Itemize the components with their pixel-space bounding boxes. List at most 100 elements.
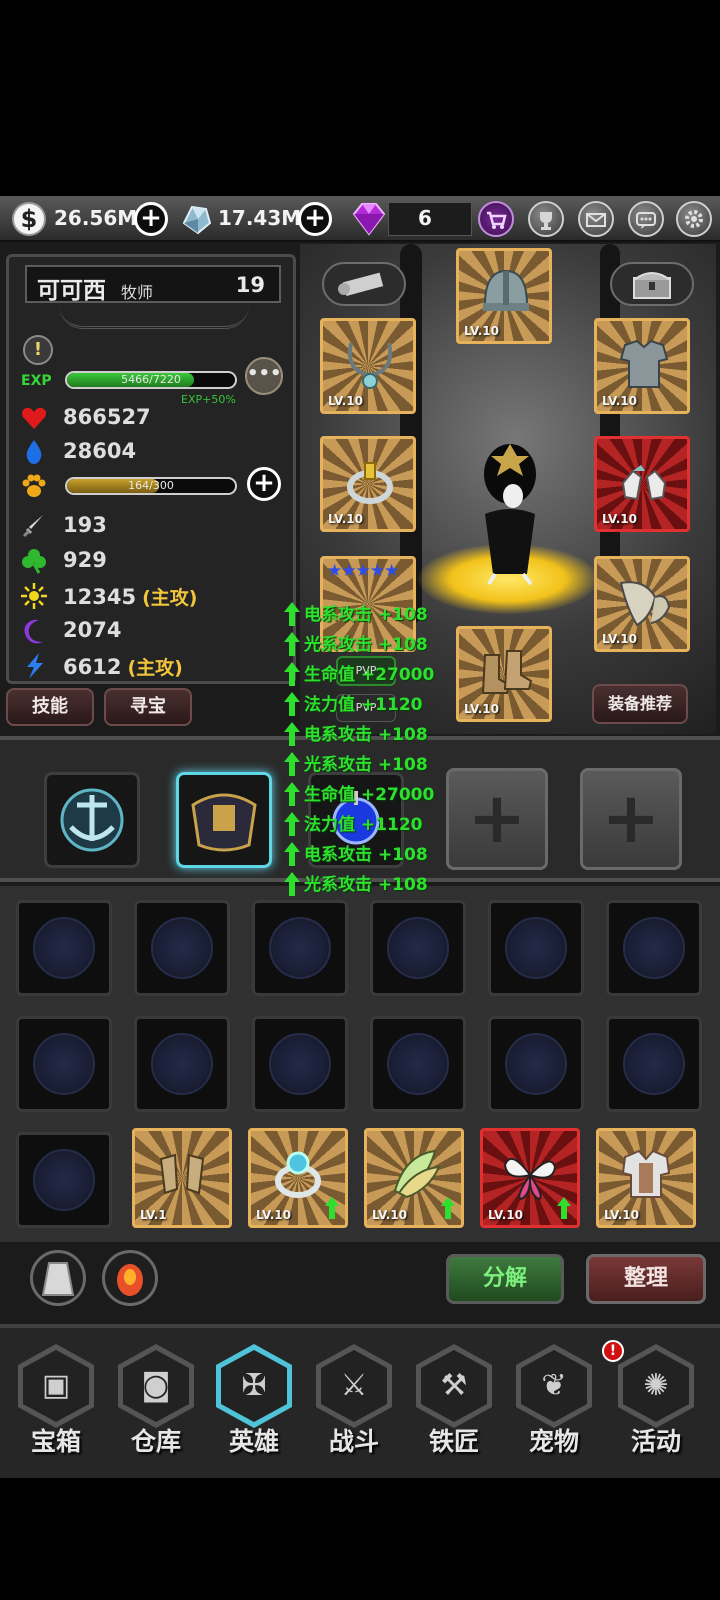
upgrade-arrow-icon	[557, 1197, 571, 1219]
inventory-empty-cell[interactable]	[488, 1016, 584, 1112]
ring-icon	[275, 1151, 321, 1198]
moon-icon	[24, 619, 43, 644]
skill-slot-anchor[interactable]	[44, 772, 140, 868]
armor-slot[interactable]: LV.10	[594, 318, 690, 414]
nav-item-warehouse[interactable]: ◙ 仓库	[108, 1344, 204, 1468]
green-up-arrow-icon	[284, 602, 300, 626]
organize-button[interactable]: 整理	[586, 1254, 706, 1304]
scroll-button[interactable]	[322, 262, 406, 306]
inventory-item-butterfly-wings[interactable]: LV.10	[480, 1128, 580, 1228]
chest-icon	[633, 272, 671, 299]
inventory-item-ring[interactable]: LV.10	[248, 1128, 348, 1228]
pet-bar: 164/300	[65, 477, 237, 495]
settings-button[interactable]	[676, 201, 712, 237]
nav-item-blacksmith[interactable]: ⚒ 铁匠	[406, 1344, 502, 1468]
nav-label: 宝箱	[30, 1427, 81, 1456]
game-screen: $ 26.56M + 17.43M + 6 可可西 牧师 19 ! EXP 54…	[0, 196, 720, 1478]
treasure-hunt-button[interactable]: 寻宝	[104, 688, 192, 726]
add-coins-button[interactable]: +	[134, 202, 168, 236]
inventory-empty-cell[interactable]	[252, 900, 348, 996]
green-up-arrow-icon	[284, 632, 300, 656]
inventory-item-gloves[interactable]: LV.1	[132, 1128, 232, 1228]
ring-slot[interactable]: LV.10	[320, 436, 416, 532]
helmet-slot[interactable]: LV.10	[456, 248, 552, 344]
nav-item-pet[interactable]: ❦ 宠物	[506, 1344, 602, 1468]
ranking-trophy-button[interactable]	[528, 201, 564, 237]
outfit-button[interactable]	[30, 1250, 86, 1306]
crystal-amount: 17.43M	[218, 206, 302, 230]
decompose-button[interactable]: 分解	[446, 1254, 564, 1304]
gloves-slot[interactable]: LV.10	[594, 436, 690, 532]
nav-item-event[interactable]: ✺ 活动 !	[602, 1340, 704, 1468]
lightning-icon	[27, 653, 43, 679]
add-crystals-button[interactable]: +	[298, 202, 332, 236]
panel-ornament	[59, 305, 249, 329]
stat-value: 2074	[63, 618, 122, 642]
inventory-empty-cell[interactable]	[252, 1016, 348, 1112]
inventory-empty-cell[interactable]	[16, 900, 112, 996]
stat-value: 193	[63, 513, 107, 537]
green-up-arrow-icon	[284, 872, 300, 896]
nav-item-hero[interactable]: ✠ 英雄	[206, 1344, 302, 1468]
hp-value: 866527	[63, 405, 151, 429]
inventory-empty-cell[interactable]	[370, 900, 466, 996]
trophy-icon	[540, 212, 552, 230]
inventory-empty-cell[interactable]	[488, 900, 584, 996]
equipment-recommend-button[interactable]: 装备推荐	[592, 684, 688, 724]
necklace-slot[interactable]: LV.10	[320, 318, 416, 414]
chat-icon	[636, 212, 656, 229]
skill-button[interactable]: 技能	[6, 688, 94, 726]
exp-bonus: EXP+50%	[181, 393, 236, 406]
info-alert-icon[interactable]: !	[23, 335, 53, 365]
chat-button[interactable]	[628, 201, 664, 237]
exp-label: EXP	[21, 373, 52, 389]
coin-icon: $	[12, 202, 46, 236]
item-level: LV.10	[602, 512, 637, 526]
stat-value: 12345	[63, 585, 137, 609]
inventory-empty-cell[interactable]	[606, 1016, 702, 1112]
inventory-empty-cell[interactable]	[16, 1132, 112, 1228]
sword-icon	[22, 515, 43, 538]
wings-slot[interactable]: LV.10	[594, 556, 690, 652]
mail-button[interactable]	[578, 201, 614, 237]
clover-icon	[22, 549, 46, 574]
scroll-icon	[338, 272, 384, 296]
nav-label: 英雄	[228, 1427, 279, 1456]
more-info-button[interactable]: •••	[245, 357, 283, 395]
storage-chest-button[interactable]	[610, 262, 694, 306]
inventory-item-armor[interactable]: LV.10	[596, 1128, 696, 1228]
inventory-empty-cell[interactable]	[16, 1016, 112, 1112]
inventory-empty-cell[interactable]	[134, 1016, 230, 1112]
item-level: LV.10	[488, 1208, 523, 1222]
nav-label: 战斗	[328, 1427, 379, 1456]
nav-label: 仓库	[130, 1427, 181, 1456]
gem-icon	[352, 203, 386, 236]
item-level: LV.10	[464, 324, 499, 338]
skill-slot-emblem[interactable]	[176, 772, 272, 868]
empty-skill-slot[interactable]: +	[580, 768, 682, 870]
inventory-item-wings[interactable]: LV.10	[364, 1128, 464, 1228]
nav-item-chest[interactable]: ▣ 宝箱	[8, 1344, 104, 1468]
currency-bar: $ 26.56M + 17.43M + 6	[0, 196, 720, 242]
item-level: LV.1	[140, 1208, 167, 1222]
nav-item-battle[interactable]: ⚔ 战斗	[306, 1344, 402, 1468]
exp-bar-text: 5466/7220	[121, 373, 181, 386]
egg-icon	[117, 1264, 143, 1296]
hero-character	[484, 444, 536, 586]
empty-skill-slot[interactable]: +	[446, 768, 548, 870]
pet-egg-button[interactable]	[102, 1250, 158, 1306]
inventory-empty-cell[interactable]	[134, 900, 230, 996]
butterfly-wings-icon	[503, 1157, 557, 1201]
paw-icon	[22, 474, 46, 497]
boots-slot[interactable]: LV.10	[456, 626, 552, 722]
inventory-empty-cell[interactable]	[606, 900, 702, 996]
add-pet-exp-button[interactable]: +	[247, 467, 281, 501]
green-up-arrow-icon	[284, 752, 300, 776]
inventory-empty-cell[interactable]	[370, 1016, 466, 1112]
shop-cart-button[interactable]	[478, 201, 514, 237]
crystal-icon	[182, 205, 212, 235]
item-level: LV.10	[372, 1208, 407, 1222]
cart-icon	[487, 211, 507, 229]
armor-icon	[619, 339, 669, 388]
green-up-arrow-icon	[284, 812, 300, 836]
